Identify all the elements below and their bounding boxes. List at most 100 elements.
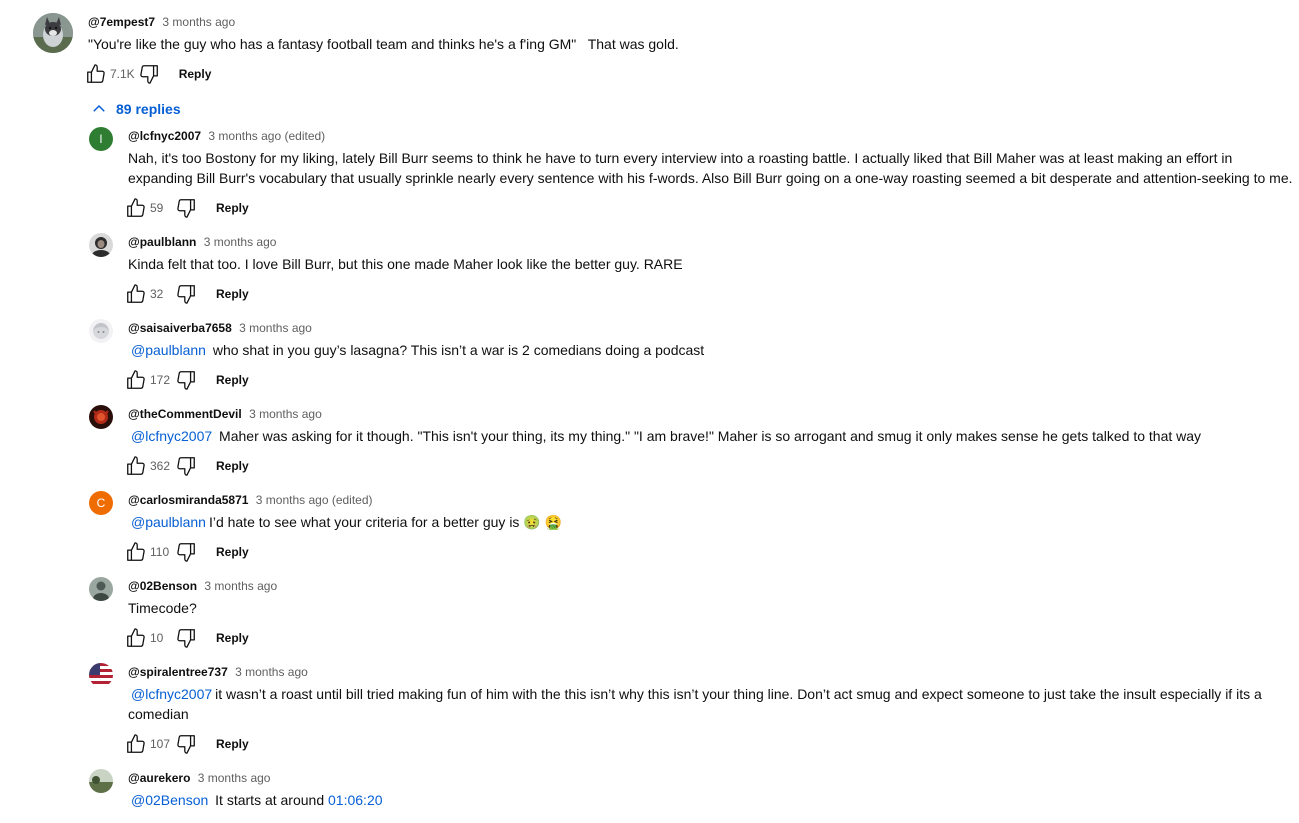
thumbs-up-icon <box>125 733 147 755</box>
comment-time[interactable]: 3 months ago <box>198 771 271 785</box>
reply-button[interactable]: Reply <box>216 631 249 645</box>
comment-author[interactable]: @7empest7 <box>88 15 155 29</box>
flag-avatar-icon <box>89 663 113 687</box>
reply-button[interactable]: Reply <box>216 459 249 473</box>
reply-button[interactable]: Reply <box>216 545 249 559</box>
comment-text: "You're like the guy who has a fantasy f… <box>88 36 679 52</box>
chevron-up-icon <box>93 104 105 112</box>
like-count: 32 <box>150 287 164 301</box>
dislike-button[interactable] <box>170 450 202 482</box>
comment-text: @paulblann I’d hate to see what your crit… <box>131 514 563 530</box>
comment-text: Timecode? <box>128 600 197 616</box>
reply-button[interactable]: Reply <box>216 373 249 387</box>
comment-actions: 59 Reply <box>128 192 1294 224</box>
like-button[interactable] <box>120 278 152 310</box>
comment-actions: 10 Reply <box>128 622 1294 654</box>
dislike-button[interactable] <box>170 278 202 310</box>
comment-author[interactable]: @aurekero <box>128 771 190 785</box>
thumbs-up-icon <box>125 197 147 219</box>
like-button[interactable] <box>120 728 152 760</box>
anime-avatar-icon <box>89 319 113 343</box>
comment-author[interactable]: @spiralentree737 <box>128 665 228 679</box>
comment-author[interactable]: @saisaiverba7658 <box>128 321 232 335</box>
like-button[interactable] <box>120 364 152 396</box>
like-button[interactable] <box>120 450 152 482</box>
devil-avatar-icon <box>89 405 113 429</box>
like-count: 172 <box>150 373 171 387</box>
dislike-button[interactable] <box>133 58 165 90</box>
thumbs-down-icon <box>175 733 197 755</box>
dislike-button[interactable] <box>170 536 202 568</box>
avatar[interactable]: l <box>89 127 113 151</box>
dog-avatar-icon <box>33 13 73 53</box>
comment-text: Nah, it's too Bostony for my liking, lat… <box>128 150 1293 186</box>
reply-button[interactable]: Reply <box>216 287 249 301</box>
thumbs-up-icon <box>125 369 147 391</box>
comment-time[interactable]: 3 months ago (edited) <box>208 129 325 143</box>
timestamp-link[interactable]: 01:06:20 <box>328 792 383 808</box>
comment-actions: 32 Reply <box>128 278 1294 310</box>
avatar[interactable]: C <box>89 491 113 515</box>
comment-actions: 362 Reply <box>128 450 1294 482</box>
like-count: 362 <box>150 459 171 473</box>
comment-text: @lcfnyc2007 it wasn’t a roast until bill … <box>128 686 1262 722</box>
reply-button[interactable]: Reply <box>216 737 249 751</box>
comment-actions: 110 Reply <box>128 536 1294 568</box>
reply-button[interactable]: Reply <box>179 67 212 81</box>
comment-author[interactable]: @02Benson <box>128 579 197 593</box>
avatar[interactable] <box>89 405 113 429</box>
comment-time[interactable]: 3 months ago <box>204 579 277 593</box>
user-photo-icon <box>89 233 113 257</box>
comment-author[interactable]: @theCommentDevil <box>128 407 242 421</box>
dislike-button[interactable] <box>170 622 202 654</box>
avatar[interactable] <box>89 577 113 601</box>
comment-time[interactable]: 3 months ago <box>204 235 277 249</box>
comment-actions: 107 Reply <box>128 728 1294 760</box>
like-button[interactable] <box>120 192 152 224</box>
like-count: 7.1K <box>110 67 135 81</box>
avatar[interactable] <box>89 233 113 257</box>
comment-text: Kinda felt that too. I love Bill Burr, b… <box>128 256 683 272</box>
comment-actions: 172 Reply <box>128 364 1294 396</box>
mention-link[interactable]: @02Benson <box>131 792 208 808</box>
comment-actions: 7.1K Reply <box>88 58 1268 90</box>
mention-link[interactable]: @paulblann <box>131 514 206 530</box>
dislike-button[interactable] <box>170 728 202 760</box>
avatar[interactable] <box>89 769 113 793</box>
comment-text: @02Benson It starts at around 01:06:20 <box>131 792 383 808</box>
like-button[interactable] <box>120 536 152 568</box>
thumbs-down-icon <box>175 283 197 305</box>
mention-link[interactable]: @lcfnyc2007 <box>131 686 212 702</box>
landscape-avatar-icon <box>89 769 113 793</box>
thumbs-down-icon <box>175 541 197 563</box>
like-button[interactable] <box>80 58 112 90</box>
dislike-button[interactable] <box>170 192 202 224</box>
comment-time[interactable]: 3 months ago <box>239 321 312 335</box>
comment-time[interactable]: 3 months ago <box>162 15 235 29</box>
comment-author[interactable]: @carlosmiranda5871 <box>128 493 248 507</box>
mention-link[interactable]: @lcfnyc2007 <box>131 428 212 444</box>
avatar[interactable] <box>89 319 113 343</box>
thumbs-down-icon <box>138 63 160 85</box>
like-button[interactable] <box>120 622 152 654</box>
thumbs-down-icon <box>175 455 197 477</box>
comment-time[interactable]: 3 months ago (edited) <box>256 493 373 507</box>
dislike-button[interactable] <box>170 364 202 396</box>
thumbs-up-icon <box>85 63 107 85</box>
thumbs-up-icon <box>125 541 147 563</box>
thumbs-up-icon <box>125 283 147 305</box>
hide-replies-button[interactable]: 89 replies <box>90 99 181 119</box>
comment-author[interactable]: @lcfnyc2007 <box>128 129 201 143</box>
thumbs-down-icon <box>175 627 197 649</box>
comment-time[interactable]: 3 months ago <box>249 407 322 421</box>
thumbs-down-icon <box>175 369 197 391</box>
avatar[interactable] <box>33 13 73 53</box>
comment-author[interactable]: @paulblann <box>128 235 196 249</box>
user-photo-icon <box>89 577 113 601</box>
comment-time[interactable]: 3 months ago <box>235 665 308 679</box>
mention-link[interactable]: @paulblann <box>131 342 206 358</box>
reply-button[interactable]: Reply <box>216 201 249 215</box>
replies-count-label: 89 replies <box>116 101 181 117</box>
comment-text: @lcfnyc2007 Maher was asking for it thou… <box>131 428 1202 444</box>
avatar[interactable] <box>89 663 113 687</box>
